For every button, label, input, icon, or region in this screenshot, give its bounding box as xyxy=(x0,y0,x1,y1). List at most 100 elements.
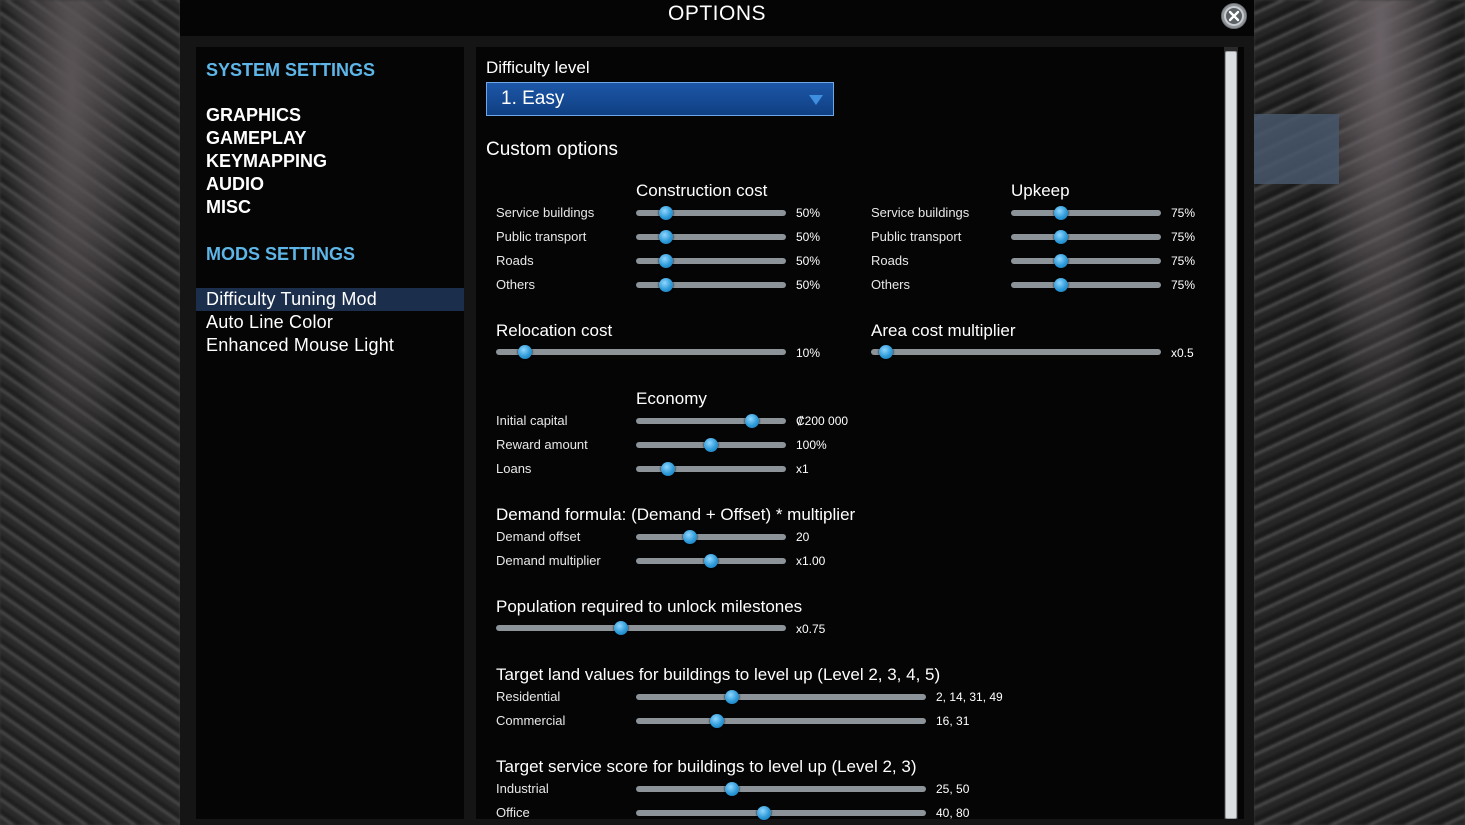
reward-amount-value: 100% xyxy=(796,438,827,452)
demand-multiplier-slider[interactable] xyxy=(636,554,786,568)
upkeep-service-buildings-label: Service buildings xyxy=(871,205,970,220)
options-content: Difficulty level 1. Easy Custom options … xyxy=(476,47,1244,820)
construction-others-label: Others xyxy=(496,277,536,292)
demand-formula-heading: Demand formula: (Demand + Offset) * mult… xyxy=(496,505,856,524)
demand-offset-slider[interactable] xyxy=(636,530,786,544)
slider-knob[interactable] xyxy=(660,462,675,476)
background-ui-panel xyxy=(1254,114,1339,184)
demand-offset-value: 20 xyxy=(796,530,810,544)
slider-knob[interactable] xyxy=(704,438,718,452)
demand-multiplier-value: x1.00 xyxy=(796,554,826,568)
slider-knob[interactable] xyxy=(659,206,673,220)
difficulty-level-label: Difficulty level xyxy=(486,58,590,77)
construction-others-value: 50% xyxy=(796,278,821,292)
construction-public-transport-value: 50% xyxy=(796,230,821,244)
slider-knob[interactable] xyxy=(613,621,628,635)
options-window: OPTIONS SYSTEM SETTINGS GRAPHICS GAMEPLA… xyxy=(180,0,1254,825)
upkeep-roads-slider[interactable] xyxy=(1011,254,1161,268)
sidebar-item-label: MISC xyxy=(206,197,251,217)
construction-service-buildings-label: Service buildings xyxy=(496,205,595,220)
slider-knob[interactable] xyxy=(683,530,697,544)
slider-knob[interactable] xyxy=(1053,230,1068,244)
office-value: 40, 80 xyxy=(936,806,970,820)
scrollbar-thumb[interactable] xyxy=(1225,51,1237,819)
industrial-label: Industrial xyxy=(496,781,549,796)
slider-knob[interactable] xyxy=(744,414,759,428)
slider-knob[interactable] xyxy=(659,230,673,244)
service-score-heading: Target service score for buildings to le… xyxy=(496,757,917,776)
construction-roads-slider[interactable] xyxy=(636,254,786,268)
slider-knob[interactable] xyxy=(518,345,532,359)
relocation-cost-slider[interactable] xyxy=(496,345,786,359)
residential-value: 2, 14, 31, 49 xyxy=(936,690,1003,704)
upkeep-heading: Upkeep xyxy=(1011,181,1070,200)
upkeep-others-slider[interactable] xyxy=(1011,278,1161,292)
sidebar-item-gameplay[interactable]: GAMEPLAY xyxy=(196,127,464,150)
slider-knob[interactable] xyxy=(659,254,673,268)
upkeep-public-transport-slider[interactable] xyxy=(1011,230,1161,244)
slider-knob[interactable] xyxy=(1053,254,1068,268)
population-milestones-heading: Population required to unlock milestones xyxy=(496,597,803,616)
close-button[interactable] xyxy=(1221,3,1247,29)
construction-roads-label: Roads xyxy=(496,253,534,268)
construction-public-transport-slider[interactable] xyxy=(636,230,786,244)
upkeep-roads-value: 75% xyxy=(1171,254,1196,268)
population-milestones-slider[interactable] xyxy=(496,621,786,635)
land-values-heading: Target land values for buildings to leve… xyxy=(496,665,941,684)
demand-offset-label: Demand offset xyxy=(496,529,581,544)
sidebar-item-keymapping[interactable]: KEYMAPPING xyxy=(196,150,464,173)
reward-amount-label: Reward amount xyxy=(496,437,588,452)
sidebar-item-auto-line-color[interactable]: Auto Line Color xyxy=(196,311,464,334)
residential-slider[interactable] xyxy=(636,690,926,704)
loans-label: Loans xyxy=(496,461,532,476)
construction-others-slider[interactable] xyxy=(636,278,786,292)
sidebar-item-label: AUDIO xyxy=(206,174,264,194)
sidebar-item-graphics[interactable]: GRAPHICS xyxy=(196,104,464,127)
title-bar: OPTIONS xyxy=(180,0,1254,36)
sidebar-item-difficulty-tuning-mod[interactable]: Difficulty Tuning Mod xyxy=(196,288,464,311)
content-scrollbar[interactable] xyxy=(1224,47,1238,819)
slider-knob[interactable] xyxy=(704,554,718,568)
sidebar-item-misc[interactable]: MISC xyxy=(196,196,464,219)
difficulty-selected-value: 1. Easy xyxy=(501,88,565,109)
loans-value: x1 xyxy=(796,462,809,476)
economy-heading: Economy xyxy=(636,389,707,408)
sidebar-item-label: KEYMAPPING xyxy=(206,151,328,171)
background-city-left xyxy=(0,0,180,825)
construction-service-buildings-value: 50% xyxy=(796,206,821,220)
upkeep-public-transport-label: Public transport xyxy=(871,229,962,244)
slider-knob[interactable] xyxy=(724,690,739,704)
industrial-value: 25, 50 xyxy=(936,782,970,796)
upkeep-service-buildings-slider[interactable] xyxy=(1011,206,1161,220)
commercial-label: Commercial xyxy=(496,713,566,728)
initial-capital-slider[interactable] xyxy=(636,414,786,428)
slider-knob[interactable] xyxy=(878,345,893,359)
sidebar-item-enhanced-mouse-light[interactable]: Enhanced Mouse Light xyxy=(196,334,464,357)
construction-service-buildings-slider[interactable] xyxy=(636,206,786,220)
industrial-slider[interactable] xyxy=(636,782,926,796)
sidebar-item-label: Enhanced Mouse Light xyxy=(206,335,395,355)
system-settings-heading: SYSTEM SETTINGS xyxy=(206,60,376,80)
slider-knob[interactable] xyxy=(710,714,725,728)
upkeep-others-value: 75% xyxy=(1171,278,1196,292)
sidebar-item-label: Difficulty Tuning Mod xyxy=(206,289,377,309)
slider-knob[interactable] xyxy=(1053,278,1068,292)
commercial-slider[interactable] xyxy=(636,714,926,728)
relocation-cost-heading: Relocation cost xyxy=(496,321,613,340)
upkeep-service-buildings-value: 75% xyxy=(1171,206,1196,220)
office-slider[interactable] xyxy=(636,806,926,820)
initial-capital-value: ₡200 000 xyxy=(796,414,849,428)
upkeep-public-transport-value: 75% xyxy=(1171,230,1196,244)
area-cost-multiplier-slider[interactable] xyxy=(871,345,1161,359)
construction-cost-heading: Construction cost xyxy=(636,181,768,200)
sidebar-item-audio[interactable]: AUDIO xyxy=(196,173,464,196)
reward-amount-slider[interactable] xyxy=(636,438,786,452)
slider-knob[interactable] xyxy=(1053,206,1068,220)
slider-knob[interactable] xyxy=(659,278,673,292)
difficulty-dropdown[interactable]: 1. Easy xyxy=(486,82,834,116)
upkeep-others-label: Others xyxy=(871,277,911,292)
slider-knob[interactable] xyxy=(724,782,739,796)
loans-slider[interactable] xyxy=(636,462,786,476)
construction-roads-value: 50% xyxy=(796,254,821,268)
slider-knob[interactable] xyxy=(756,806,771,820)
